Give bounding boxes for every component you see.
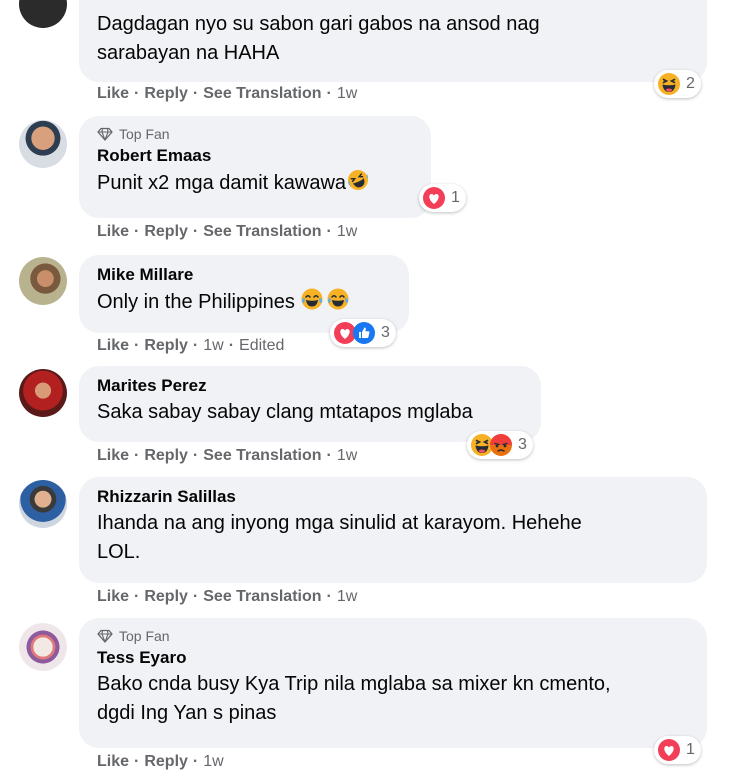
like-button[interactable]: Like xyxy=(97,337,129,355)
comment-text: Ihanda na ang inyong mga sinulid at kara… xyxy=(97,512,582,563)
comment-text: Only in the Philippines xyxy=(97,291,301,313)
comment-text: Saka sabay sabay clang mtatapos mglaba xyxy=(97,401,473,423)
angry-reaction-icon xyxy=(489,433,513,457)
comment-bubble: Dagdagan nyo su sabon gari gabos na anso… xyxy=(79,0,707,82)
avatar[interactable] xyxy=(19,369,67,417)
tears-of-joy-emoji xyxy=(326,287,350,311)
comment-text-row: Punit x2 mga damit kawawa xyxy=(97,168,413,198)
top-fan-badge: Top Fan xyxy=(97,124,413,144)
reaction-summary[interactable]: 1 xyxy=(419,184,466,212)
comment-author[interactable]: Robert Emaas xyxy=(97,144,413,168)
reaction-summary[interactable]: 2 xyxy=(654,70,701,98)
comment-bubble: Marites Perez Saka sabay sabay clang mta… xyxy=(79,366,541,442)
diamond-icon xyxy=(97,628,113,644)
see-translation-link[interactable]: See Translation xyxy=(203,447,321,465)
like-reaction-icon xyxy=(352,321,376,345)
timestamp[interactable]: 1w xyxy=(203,753,223,771)
comment-actions: Like · Reply · See Translation · 1w xyxy=(97,223,358,241)
comment-bubble: Rhizzarin Salillas Ihanda na ang inyong … xyxy=(79,477,707,583)
reply-button[interactable]: Reply xyxy=(144,337,188,355)
comment-actions: Like · Reply · 1w · Edited xyxy=(97,337,285,355)
reaction-count: 3 xyxy=(381,324,390,341)
love-reaction-icon xyxy=(657,738,681,762)
timestamp[interactable]: 1w xyxy=(337,85,357,103)
reaction-summary[interactable]: 3 xyxy=(467,431,533,459)
haha-reaction-icon xyxy=(657,72,681,96)
comment-bubble: Top Fan Tess Eyaro Bako cnda busy Kya Tr… xyxy=(79,618,707,748)
top-fan-label: Top Fan xyxy=(119,628,170,644)
timestamp[interactable]: 1w xyxy=(203,337,223,355)
rolling-laughing-emoji xyxy=(346,168,370,192)
comment-text-row: Only in the Philippines xyxy=(97,287,391,317)
reaction-summary[interactable]: 3 xyxy=(330,319,396,347)
like-button[interactable]: Like xyxy=(97,753,129,771)
comment-actions: Like · Reply · See Translation · 1w xyxy=(97,85,358,103)
comment-text: Bako cnda busy Kya Trip nila mglaba sa m… xyxy=(97,673,611,724)
avatar[interactable] xyxy=(19,623,67,671)
top-fan-label: Top Fan xyxy=(119,126,170,142)
like-button[interactable]: Like xyxy=(97,447,129,465)
comment-author[interactable]: Mike Millare xyxy=(97,263,391,287)
comment-author[interactable]: Rhizzarin Salillas xyxy=(97,485,689,509)
like-button[interactable]: Like xyxy=(97,85,129,103)
see-translation-link[interactable]: See Translation xyxy=(203,223,321,241)
see-translation-link[interactable]: See Translation xyxy=(203,588,321,606)
reaction-count: 1 xyxy=(686,741,695,758)
comment-actions: Like · Reply · See Translation · 1w xyxy=(97,447,358,465)
avatar[interactable] xyxy=(19,257,67,305)
avatar[interactable] xyxy=(19,120,67,168)
timestamp[interactable]: 1w xyxy=(337,223,357,241)
avatar[interactable] xyxy=(19,0,67,28)
reply-button[interactable]: Reply xyxy=(144,588,188,606)
reply-button[interactable]: Reply xyxy=(144,223,188,241)
comment-text: Dagdagan nyo su sabon gari gabos na anso… xyxy=(97,13,540,64)
tears-of-joy-emoji xyxy=(300,287,324,311)
love-reaction-icon xyxy=(422,186,446,210)
reaction-count: 3 xyxy=(518,436,527,453)
reaction-summary[interactable]: 1 xyxy=(654,736,701,764)
comment-actions: Like · Reply · See Translation · 1w xyxy=(97,588,358,606)
reply-button[interactable]: Reply xyxy=(144,85,188,103)
see-translation-link[interactable]: See Translation xyxy=(203,85,321,103)
top-fan-badge: Top Fan xyxy=(97,626,689,646)
edited-label: Edited xyxy=(239,337,285,354)
reaction-count: 1 xyxy=(451,189,460,206)
diamond-icon xyxy=(97,126,113,142)
comment-actions: Like · Reply · 1w xyxy=(97,753,224,771)
comment-author[interactable]: Tess Eyaro xyxy=(97,646,689,670)
like-button[interactable]: Like xyxy=(97,588,129,606)
timestamp[interactable]: 1w xyxy=(337,447,357,465)
reply-button[interactable]: Reply xyxy=(144,447,188,465)
reaction-count: 2 xyxy=(686,75,695,92)
timestamp[interactable]: 1w xyxy=(337,588,357,606)
comment-bubble: Top Fan Robert Emaas Punit x2 mga damit … xyxy=(79,116,431,218)
avatar[interactable] xyxy=(19,480,67,528)
reply-button[interactable]: Reply xyxy=(144,753,188,771)
comment-author[interactable]: Marites Perez xyxy=(97,374,523,398)
like-button[interactable]: Like xyxy=(97,223,129,241)
comment-text: Punit x2 mga damit kawawa xyxy=(97,172,347,194)
